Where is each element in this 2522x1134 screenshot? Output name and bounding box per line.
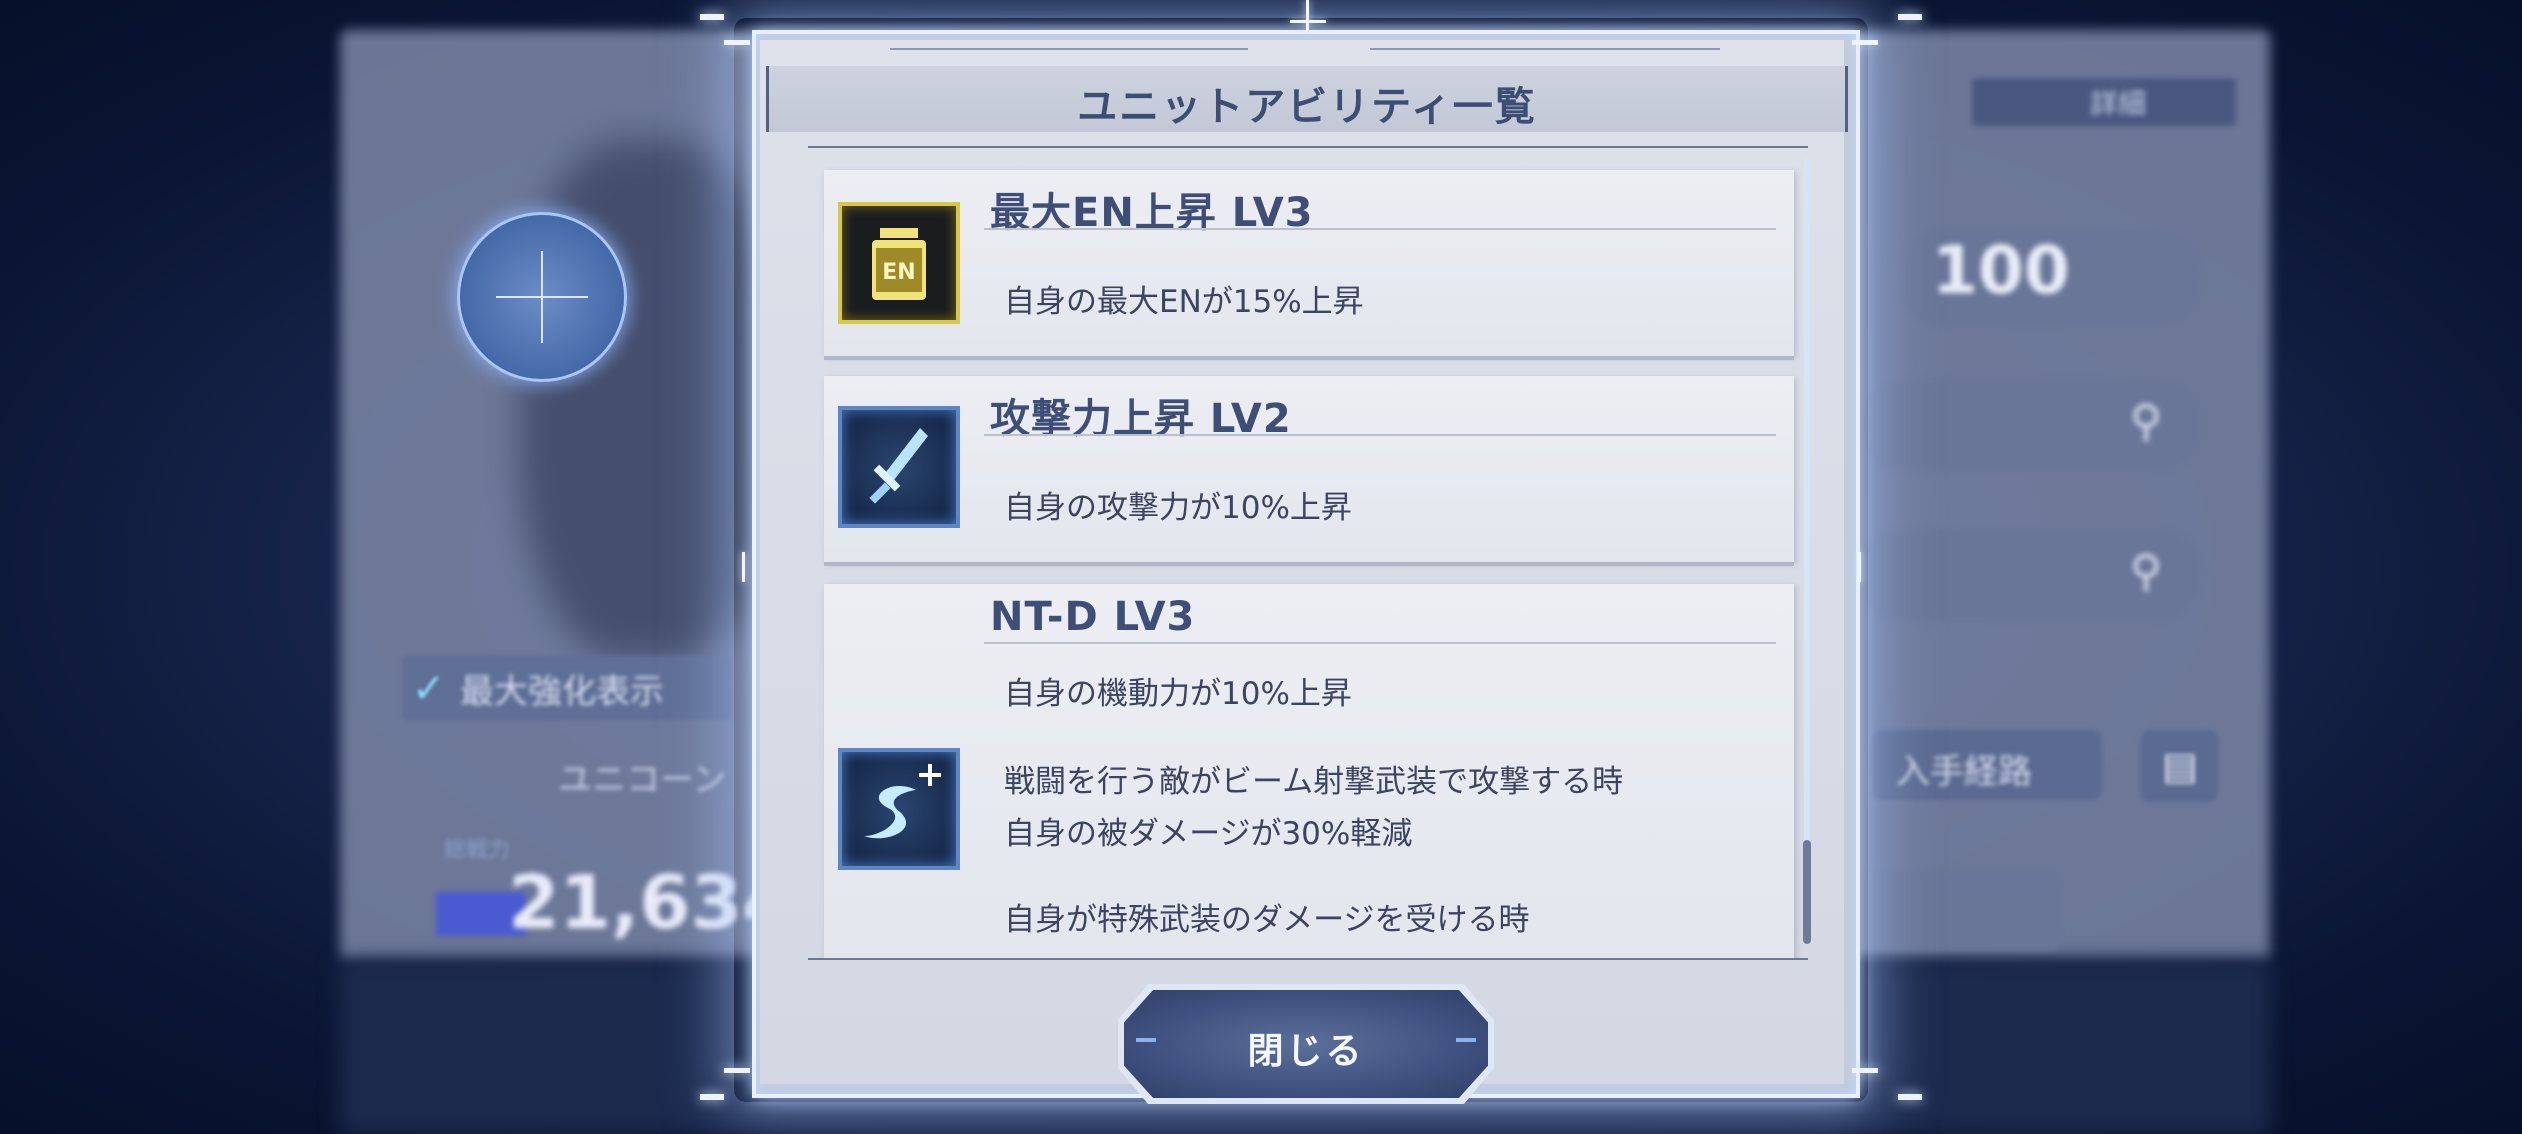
dialog-title: ユニットアビリティ一覧 bbox=[1077, 84, 1537, 130]
ability-card-max-en: EN 最大EN上昇 LV3 自身の最大ENが15%上昇 bbox=[824, 170, 1794, 356]
ability-card-attack: 攻撃力上昇 LV2 自身の攻撃力が10%上昇 bbox=[824, 376, 1794, 562]
frame-corner-mark bbox=[1898, 1094, 1922, 1100]
dialog-title-bar: ユニットアビリティ一覧 bbox=[766, 66, 1848, 132]
frame-corner-mark bbox=[724, 40, 750, 45]
ability-list[interactable]: EN 最大EN上昇 LV3 自身の最大ENが15%上昇 攻撃力上昇 LV2 自身… bbox=[808, 146, 1808, 960]
background-max-enhance-label: 最大強化表示 bbox=[460, 672, 664, 712]
background-unit-name: ユニコーン bbox=[558, 760, 727, 800]
en-icon-text: EN bbox=[882, 260, 915, 285]
background-detail-label: 詳細 bbox=[2090, 87, 2147, 120]
frame-corner-mark bbox=[1898, 14, 1922, 20]
ability-card-ntd: NT-D LV3 自身の機動力が10%上昇 戦闘を行う敵がビーム射撃武装で攻撃す… bbox=[824, 584, 1794, 958]
frame-top-tick bbox=[1306, 0, 1309, 30]
ability-description: 自身の攻撃力が10%上昇 bbox=[1004, 490, 1352, 526]
en-tank-icon: EN bbox=[838, 202, 960, 324]
background-level-value: 100 bbox=[1932, 232, 2070, 309]
background-acquire-label: 入手経路 bbox=[1896, 752, 2032, 792]
ability-description: 自身の最大ENが15%上昇 bbox=[1004, 284, 1364, 320]
frame-corner-mark bbox=[1852, 1068, 1878, 1073]
divider bbox=[984, 228, 1776, 230]
scrollbar-thumb[interactable] bbox=[1803, 840, 1811, 944]
close-button[interactable]: 閉じる bbox=[1118, 984, 1494, 1104]
ability-name: NT-D LV3 bbox=[990, 594, 1196, 640]
ability-description: 自身の被ダメージが30%軽減 bbox=[1004, 816, 1413, 852]
background-power-label: 総戦力 bbox=[444, 838, 511, 863]
sword-icon bbox=[838, 406, 960, 528]
ability-description: 自身が特殊武装のダメージを受ける時 bbox=[1004, 902, 1530, 938]
magnifier-icon-2: ⚲ bbox=[2130, 546, 2163, 597]
title-deco-line-right bbox=[1370, 48, 1720, 50]
ability-description: 戦闘を行う敵がビーム射撃武装で攻撃する時 bbox=[1004, 764, 1624, 800]
speed-plus-icon bbox=[838, 748, 960, 870]
title-deco-line-left bbox=[890, 48, 1248, 50]
document-icon: ▤ bbox=[2162, 744, 2198, 788]
divider bbox=[984, 434, 1776, 436]
frame-left-tick bbox=[742, 552, 745, 582]
background-add-circle bbox=[457, 212, 627, 382]
frame-right-tick bbox=[1858, 552, 1861, 582]
background-slot-3 bbox=[1860, 870, 2060, 950]
ability-description: 自身の機動力が10%上昇 bbox=[1004, 676, 1352, 712]
frame-corner-mark bbox=[700, 1094, 724, 1100]
checkmark-icon: ✓ bbox=[412, 666, 446, 712]
frame-corner-mark bbox=[1852, 40, 1878, 45]
divider bbox=[984, 642, 1776, 644]
scrollbar-track[interactable] bbox=[1804, 158, 1810, 944]
frame-corner-mark bbox=[724, 1068, 750, 1073]
frame-top-tick bbox=[1290, 20, 1326, 23]
frame-corner-mark bbox=[700, 14, 724, 20]
magnifier-icon: ⚲ bbox=[2130, 396, 2163, 447]
close-button-label: 閉じる bbox=[1247, 1031, 1365, 1072]
